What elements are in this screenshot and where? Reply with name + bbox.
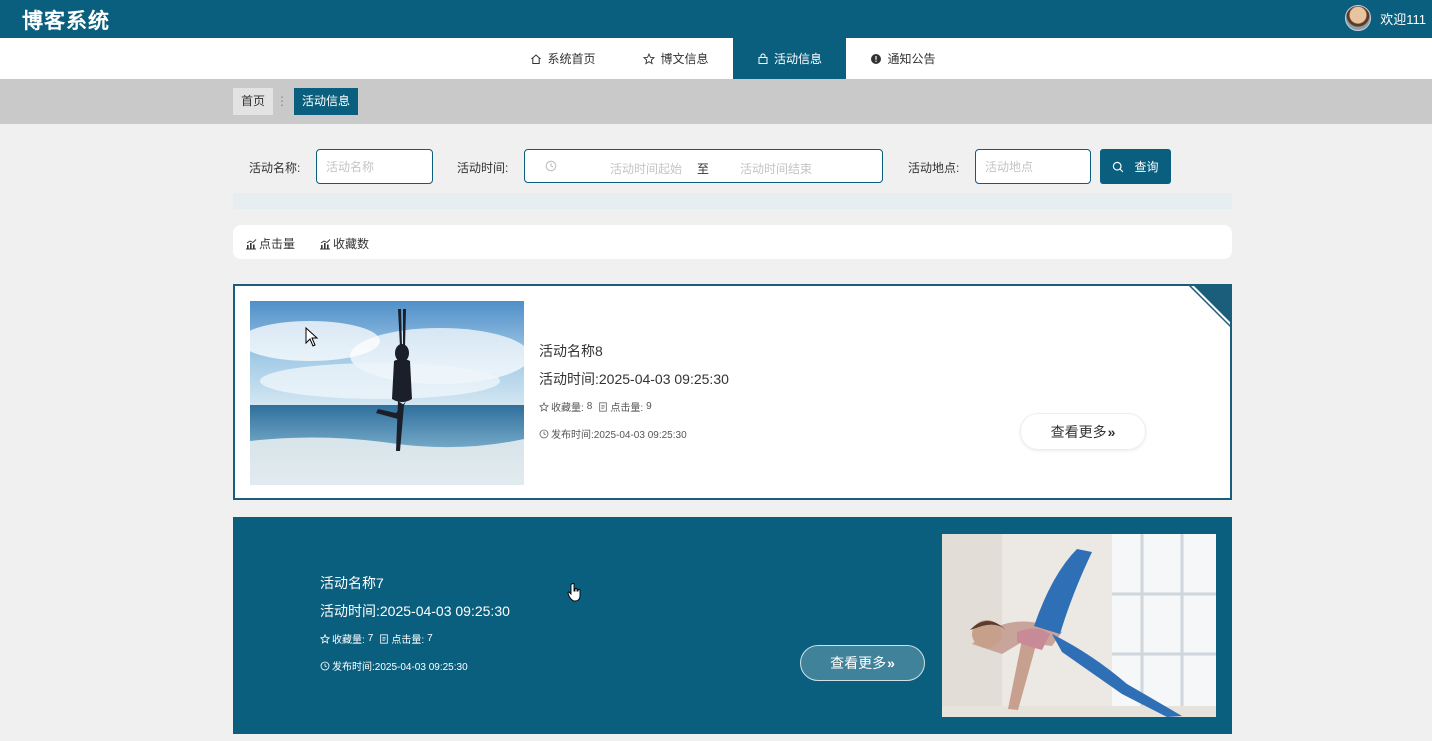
alert-icon xyxy=(870,53,882,65)
activity-card[interactable]: 活动名称7 活动时间:2025-04-03 09:25:30 收藏量: 7 点击… xyxy=(233,517,1232,734)
nav-item-blog[interactable]: 博文信息 xyxy=(625,38,727,79)
chart-icon xyxy=(245,238,257,250)
clock-icon xyxy=(320,661,330,671)
search-button[interactable]: 查询 xyxy=(1100,149,1171,184)
breadcrumb: 首页 ⋮ 活动信息 xyxy=(0,79,1432,124)
sort-by-favorites[interactable]: 收藏数 xyxy=(319,235,369,252)
main-nav: 系统首页 博文信息 活动信息 通知公告 xyxy=(0,38,1432,79)
user-menu[interactable]: 欢迎111 xyxy=(1345,4,1426,32)
pointer-cursor-icon xyxy=(305,327,319,347)
double-chevron-right-icon: » xyxy=(1107,423,1116,440)
star-icon xyxy=(538,401,550,412)
search-icon xyxy=(1112,161,1124,173)
activity-name-input[interactable] xyxy=(316,149,433,184)
chart-icon xyxy=(319,238,331,250)
fav-count: 8 xyxy=(586,401,593,412)
clock-icon xyxy=(545,160,557,172)
site-logo[interactable]: 博客系统 xyxy=(22,5,110,35)
breadcrumb-home[interactable]: 首页 xyxy=(233,88,274,115)
time-label: 活动时间: xyxy=(457,161,509,175)
name-label: 活动名称: xyxy=(249,161,301,175)
breadcrumb-current: 活动信息 xyxy=(294,88,359,115)
activity-stats: 收藏量: 7 点击量: 7 xyxy=(319,631,433,646)
activity-publish-time: 发布时间:2025-04-03 09:25:30 xyxy=(539,426,687,441)
activity-stats: 收藏量: 8 点击量: 9 xyxy=(538,399,652,414)
nav-item-home[interactable]: 系统首页 xyxy=(512,38,614,79)
time-range-separator: 至 xyxy=(697,162,710,176)
time-start-input[interactable]: 活动时间起始 xyxy=(591,160,701,177)
divider xyxy=(233,193,1232,209)
click-count: 9 xyxy=(646,401,652,412)
avatar[interactable] xyxy=(1345,5,1372,31)
activity-title[interactable]: 活动名称8 xyxy=(539,341,603,361)
breadcrumb-separator: ⋮ xyxy=(276,94,288,108)
hand-cursor-icon xyxy=(567,583,581,602)
document-icon xyxy=(379,633,389,644)
activity-place-input[interactable] xyxy=(975,149,1091,184)
corner-ribbon xyxy=(1188,286,1230,328)
top-bar: 博客系统 欢迎111 xyxy=(0,0,1432,38)
welcome-text[interactable]: 欢迎111 xyxy=(1380,9,1426,28)
activity-image[interactable] xyxy=(942,534,1216,717)
activity-time: 活动时间:2025-04-03 09:25:30 xyxy=(539,371,729,387)
time-end-input[interactable]: 活动时间结束 xyxy=(721,160,831,177)
activity-time-range[interactable]: 活动时间起始 至 活动时间结束 xyxy=(524,149,883,183)
activity-publish-time: 发布时间:2025-04-03 09:25:30 xyxy=(320,658,468,673)
activity-card[interactable]: 活动名称8 活动时间:2025-04-03 09:25:30 收藏量: 8 点击… xyxy=(233,284,1232,500)
sort-bar: 点击量 收藏数 xyxy=(233,225,1232,259)
document-icon xyxy=(598,401,608,412)
activity-title[interactable]: 活动名称7 xyxy=(320,573,384,593)
double-chevron-right-icon: » xyxy=(887,655,895,671)
activity-image[interactable] xyxy=(250,301,524,485)
star-icon xyxy=(643,52,656,65)
place-label: 活动地点: xyxy=(908,161,960,175)
view-more-button[interactable]: 查看更多 » xyxy=(1020,413,1146,450)
sort-by-clicks[interactable]: 点击量 xyxy=(245,235,295,252)
nav-item-activity[interactable]: 活动信息 xyxy=(733,38,846,79)
click-count: 7 xyxy=(427,633,433,644)
home-icon xyxy=(530,53,542,65)
nav-item-notice[interactable]: 通知公告 xyxy=(852,38,954,79)
bag-icon xyxy=(757,53,769,65)
activity-time: 活动时间:2025-04-03 09:25:30 xyxy=(320,603,510,619)
clock-icon xyxy=(539,429,549,439)
fav-count: 7 xyxy=(367,633,374,644)
view-more-button[interactable]: 查看更多 » xyxy=(800,645,925,681)
star-icon xyxy=(319,633,331,644)
